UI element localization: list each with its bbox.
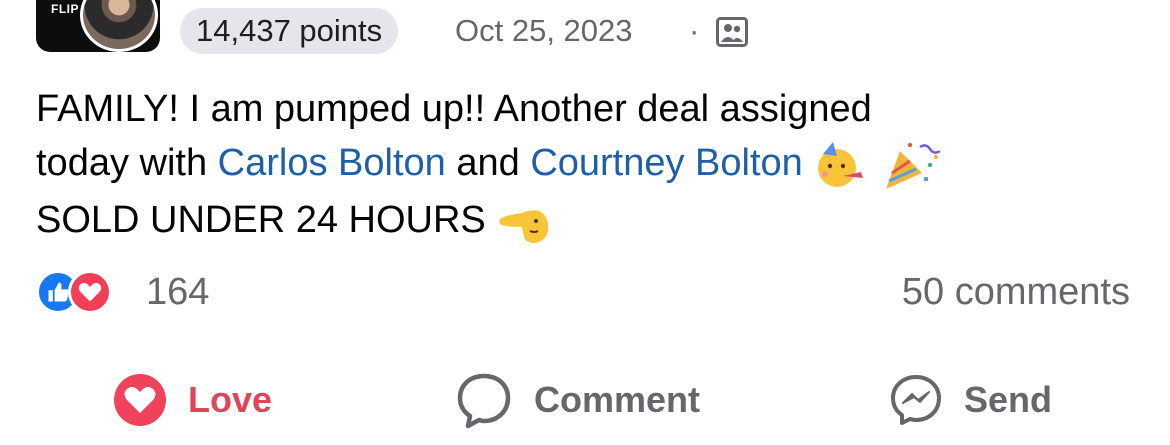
separator-dot: · <box>689 13 700 48</box>
love-label: Love <box>188 379 273 420</box>
reaction-count: 164 <box>146 271 210 313</box>
post-line-3-text: SOLD UNDER 24 HOURS <box>36 198 486 241</box>
points-badge: 14,437 points <box>180 8 399 54</box>
mention-carlos-bolton[interactable]: Carlos Bolton <box>218 142 446 184</box>
post-text-segment: today with <box>36 142 218 184</box>
group-members-icon <box>716 17 748 47</box>
love-reaction-icon <box>68 270 112 314</box>
post-line-2: today with Carlos Bolton and Courtney Bo… <box>36 136 1146 193</box>
post-line-3: SOLD UNDER 24 HOURS <box>36 193 1146 247</box>
comment-label: Comment <box>534 379 701 420</box>
partying-face-icon <box>818 141 864 187</box>
comment-button[interactable]: Comment <box>454 365 700 435</box>
pointing-hand-icon <box>499 210 549 243</box>
post-line-1: FAMILY! I am pumped up!! Another deal as… <box>36 88 872 130</box>
post-header: FLIP 14,437 points Oct 25, 2023 · <box>0 0 1170 60</box>
mention-courtney-bolton[interactable]: Courtney Bolton <box>530 142 803 184</box>
comment-bubble-icon <box>457 373 511 429</box>
send-button[interactable]: Send <box>888 365 1052 435</box>
action-bar: Love Comment Send <box>0 365 1170 435</box>
group-logo-text: FLIP <box>51 2 79 16</box>
messenger-icon <box>891 375 941 425</box>
love-button[interactable]: Love <box>112 365 272 435</box>
post-date[interactable]: Oct 25, 2023 <box>455 11 633 51</box>
heart-icon <box>114 374 166 426</box>
party-popper-icon <box>885 142 941 189</box>
comments-count-link[interactable]: 50 comments <box>902 270 1130 314</box>
send-label: Send <box>964 379 1053 420</box>
post-text-segment: and <box>445 142 531 184</box>
post-body: FAMILY! I am pumped up!! Another deal as… <box>36 82 1146 247</box>
